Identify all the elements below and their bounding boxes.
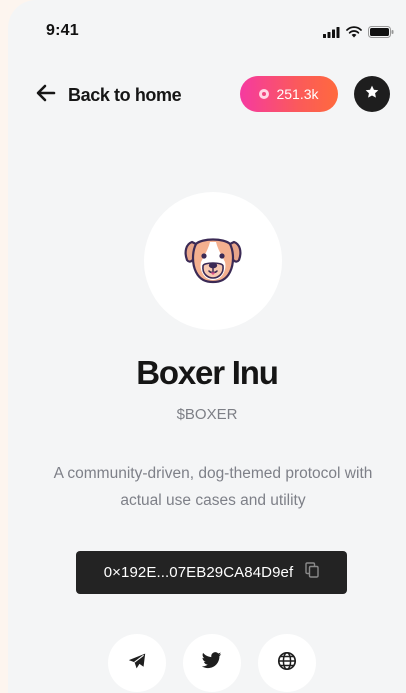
token-name: Boxer Inu [136,354,279,391]
screen: 9:41 Back to home 251.3k Boxer Inu $BOXE… [8,0,406,693]
back-label: Back to home [68,84,182,105]
token-description: A community-driven, dog-themed protocol … [53,465,373,509]
globe-icon [277,651,297,676]
signal-icon [323,25,340,43]
status-bar: 9:41 [8,0,406,58]
token-symbol: $BOXER [176,406,238,423]
telegram-button[interactable] [108,634,166,692]
header: Back to home 251.3k [8,76,406,114]
wifi-icon [346,25,362,43]
coin-icon [259,89,270,99]
twitter-icon [201,652,222,674]
star-icon [364,84,380,105]
telegram-icon [127,652,147,675]
balance-badge[interactable]: 251.3k [240,76,338,112]
contract-address-copy[interactable]: 0×192E...07EB29CA84D9ef [76,551,347,594]
arrow-left-icon [36,84,56,107]
copy-icon[interactable] [305,562,319,583]
token-avatar [144,192,282,330]
twitter-button[interactable] [183,634,241,692]
website-button[interactable] [258,634,316,692]
dog-face-icon [184,234,242,289]
status-icons [323,25,394,43]
back-to-home-link[interactable]: Back to home [36,76,182,114]
status-time: 9:41 [46,22,79,39]
favorite-button[interactable] [354,76,390,112]
contract-address: 0×192E...07EB29CA84D9ef [103,564,294,581]
balance-value: 251.3k [276,86,319,102]
battery-icon [368,25,394,43]
